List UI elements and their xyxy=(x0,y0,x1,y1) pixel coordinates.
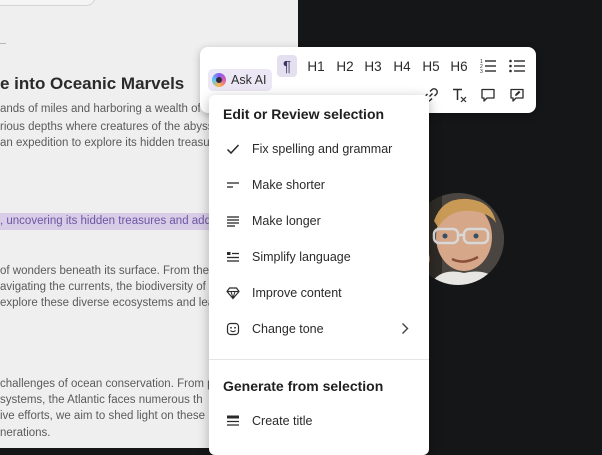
comment-button[interactable] xyxy=(477,84,499,106)
menu-item-label: Make shorter xyxy=(252,178,325,192)
heading-5-button[interactable]: H5 xyxy=(420,55,442,77)
comment-icon xyxy=(481,88,495,102)
heading-6-button[interactable]: H6 xyxy=(448,55,470,77)
heading-3-button[interactable]: H3 xyxy=(362,55,384,77)
svg-text:3: 3 xyxy=(480,69,483,74)
menu-section-title: Edit or Review selection xyxy=(223,106,385,122)
paragraph-line: an expedition to explore its hidden trea… xyxy=(0,137,210,149)
menu-item-label: Fix spelling and grammar xyxy=(252,142,393,156)
top-pill[interactable] xyxy=(0,0,96,6)
menu-item-make-shorter[interactable]: Make shorter xyxy=(209,170,429,200)
menu-item-label: Improve content xyxy=(252,286,342,300)
menu-item-simplify-language[interactable]: Simplify language xyxy=(209,242,429,272)
simplify-icon xyxy=(227,252,239,262)
heading-2-button[interactable]: H2 xyxy=(334,55,356,77)
document-heading: e into Oceanic Marvels xyxy=(0,74,185,93)
bullet-list-button[interactable] xyxy=(506,55,528,77)
menu-item-improve-content[interactable]: Improve content xyxy=(209,278,429,308)
ask-ai-menu: Edit or Review selection Fix spelling an… xyxy=(209,95,429,455)
menu-item-label: Simplify language xyxy=(252,250,351,264)
menu-item-create-title[interactable]: Create title xyxy=(209,406,429,436)
ordered-list-button[interactable]: 1 2 3 xyxy=(477,55,499,77)
selected-text[interactable]: , uncovering its hidden treasures and ad… xyxy=(0,212,211,230)
clear-format-icon xyxy=(453,88,467,103)
menu-item-fix-spelling[interactable]: Fix spelling and grammar xyxy=(209,134,429,164)
chevron-right-icon xyxy=(402,323,409,334)
suggest-icon xyxy=(510,88,524,102)
paragraph-icon: ¶ xyxy=(282,57,292,75)
ai-logo-icon xyxy=(212,73,226,87)
long-lines-icon xyxy=(227,216,239,227)
paragraph-button[interactable]: ¶ xyxy=(277,55,297,77)
ask-ai-button[interactable]: Ask AI xyxy=(208,69,273,91)
menu-item-change-tone[interactable]: Change tone xyxy=(209,314,429,344)
paragraph-line: nerations. xyxy=(0,427,51,439)
paragraph-line: explore these diverse ecosystems and lea xyxy=(0,297,215,309)
menu-item-make-longer[interactable]: Make longer xyxy=(209,206,429,236)
paragraph-line: ands of miles and harboring a wealth of xyxy=(0,103,201,115)
heading-1-button[interactable]: H1 xyxy=(305,55,327,77)
check-icon xyxy=(226,144,240,155)
diamond-icon xyxy=(226,287,240,300)
heading-4-button[interactable]: H4 xyxy=(391,55,413,77)
title-lines-icon xyxy=(227,415,239,426)
ordered-list-icon: 1 2 3 xyxy=(480,59,496,74)
menu-item-label: Change tone xyxy=(252,322,324,336)
paragraph-line: ive efforts, we aim to shed light on the… xyxy=(0,410,205,422)
menu-section-title: Generate from selection xyxy=(223,378,384,394)
menu-item-label: Create title xyxy=(252,414,313,428)
suggest-edit-button[interactable] xyxy=(506,84,528,106)
bullet-list-icon xyxy=(509,59,525,73)
clear-format-button[interactable] xyxy=(448,84,470,106)
menu-item-label: Make longer xyxy=(252,214,321,228)
menu-divider xyxy=(209,359,429,360)
short-lines-icon xyxy=(227,182,239,188)
divider xyxy=(0,43,6,44)
ask-ai-label: Ask AI xyxy=(231,73,267,87)
smile-icon xyxy=(226,322,240,336)
